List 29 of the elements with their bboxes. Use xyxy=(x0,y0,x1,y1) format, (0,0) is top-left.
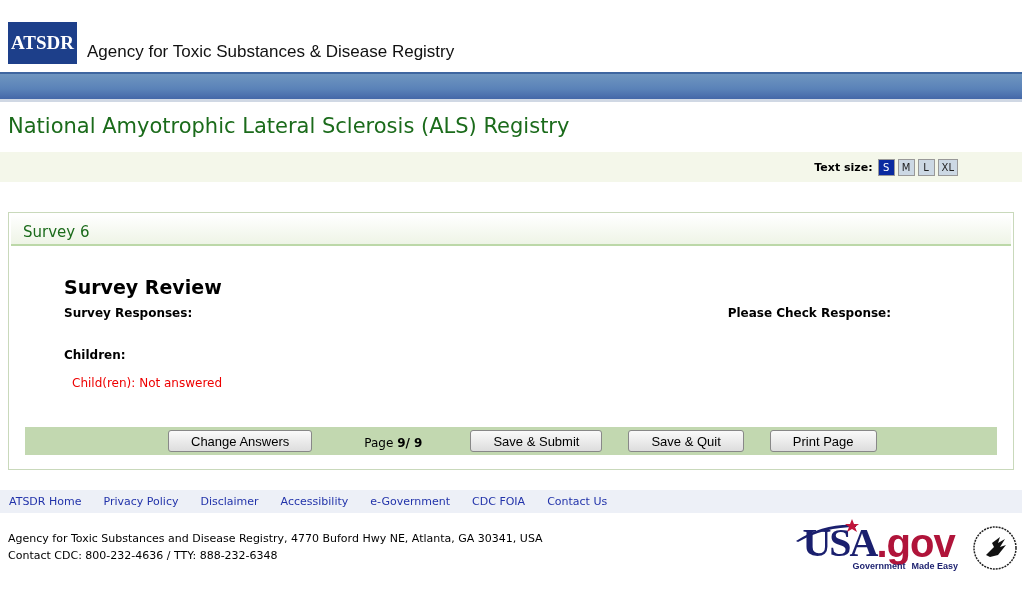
footer-link[interactable]: Disclaimer xyxy=(200,495,259,508)
text-size-button[interactable]: XL xyxy=(937,158,958,176)
logo: ATSDR xyxy=(8,22,77,64)
question-label: Children: xyxy=(64,348,127,362)
footer-link[interactable]: Privacy Policy xyxy=(103,495,179,508)
action-button[interactable]: Change Answers xyxy=(168,430,313,452)
responses-label: Survey Responses: xyxy=(64,306,193,320)
usa-gov-logo: USA.gov Government Made Easy xyxy=(802,525,958,571)
check-label: Please Check Response: xyxy=(727,306,891,320)
action-button[interactable]: Print Page xyxy=(769,430,877,452)
text-size-button[interactable]: M xyxy=(897,158,915,176)
page-title: National Amyotrophic Lateral Sclerosis (ALS) Registry xyxy=(7,113,571,140)
footer-link[interactable]: ATSDR Home xyxy=(9,495,82,508)
address-text: Agency for Toxic Substances and Disease Registry, 4770 Buford Hwy NE, Atlanta, GA 30341, USA xyxy=(8,531,543,547)
footer-link[interactable]: e-Government xyxy=(370,495,451,508)
page-indicator: Page 9/ 9 xyxy=(364,435,423,450)
text-size-button[interactable]: L xyxy=(917,158,935,176)
text-size-button[interactable]: S xyxy=(877,158,895,176)
footer-link[interactable]: CDC FOIA xyxy=(472,495,526,508)
action-button[interactable]: Save & Quit xyxy=(628,430,744,452)
footer-link[interactable]: Contact Us xyxy=(547,495,608,508)
action-button[interactable]: Save & Submit xyxy=(470,430,603,452)
text-size-label: Text size: xyxy=(814,160,873,174)
section-heading: Survey Review xyxy=(64,276,223,298)
answer-text: Child(ren): Not answered xyxy=(72,376,224,390)
agency-name: Agency for Toxic Substances & Disease Registry xyxy=(87,42,455,63)
footer-link[interactable]: Accessibility xyxy=(280,495,349,508)
seal-icon xyxy=(972,525,1018,571)
contact-text: Contact CDC: 800-232-4636 / TTY: 888-232-6348 xyxy=(8,548,279,564)
